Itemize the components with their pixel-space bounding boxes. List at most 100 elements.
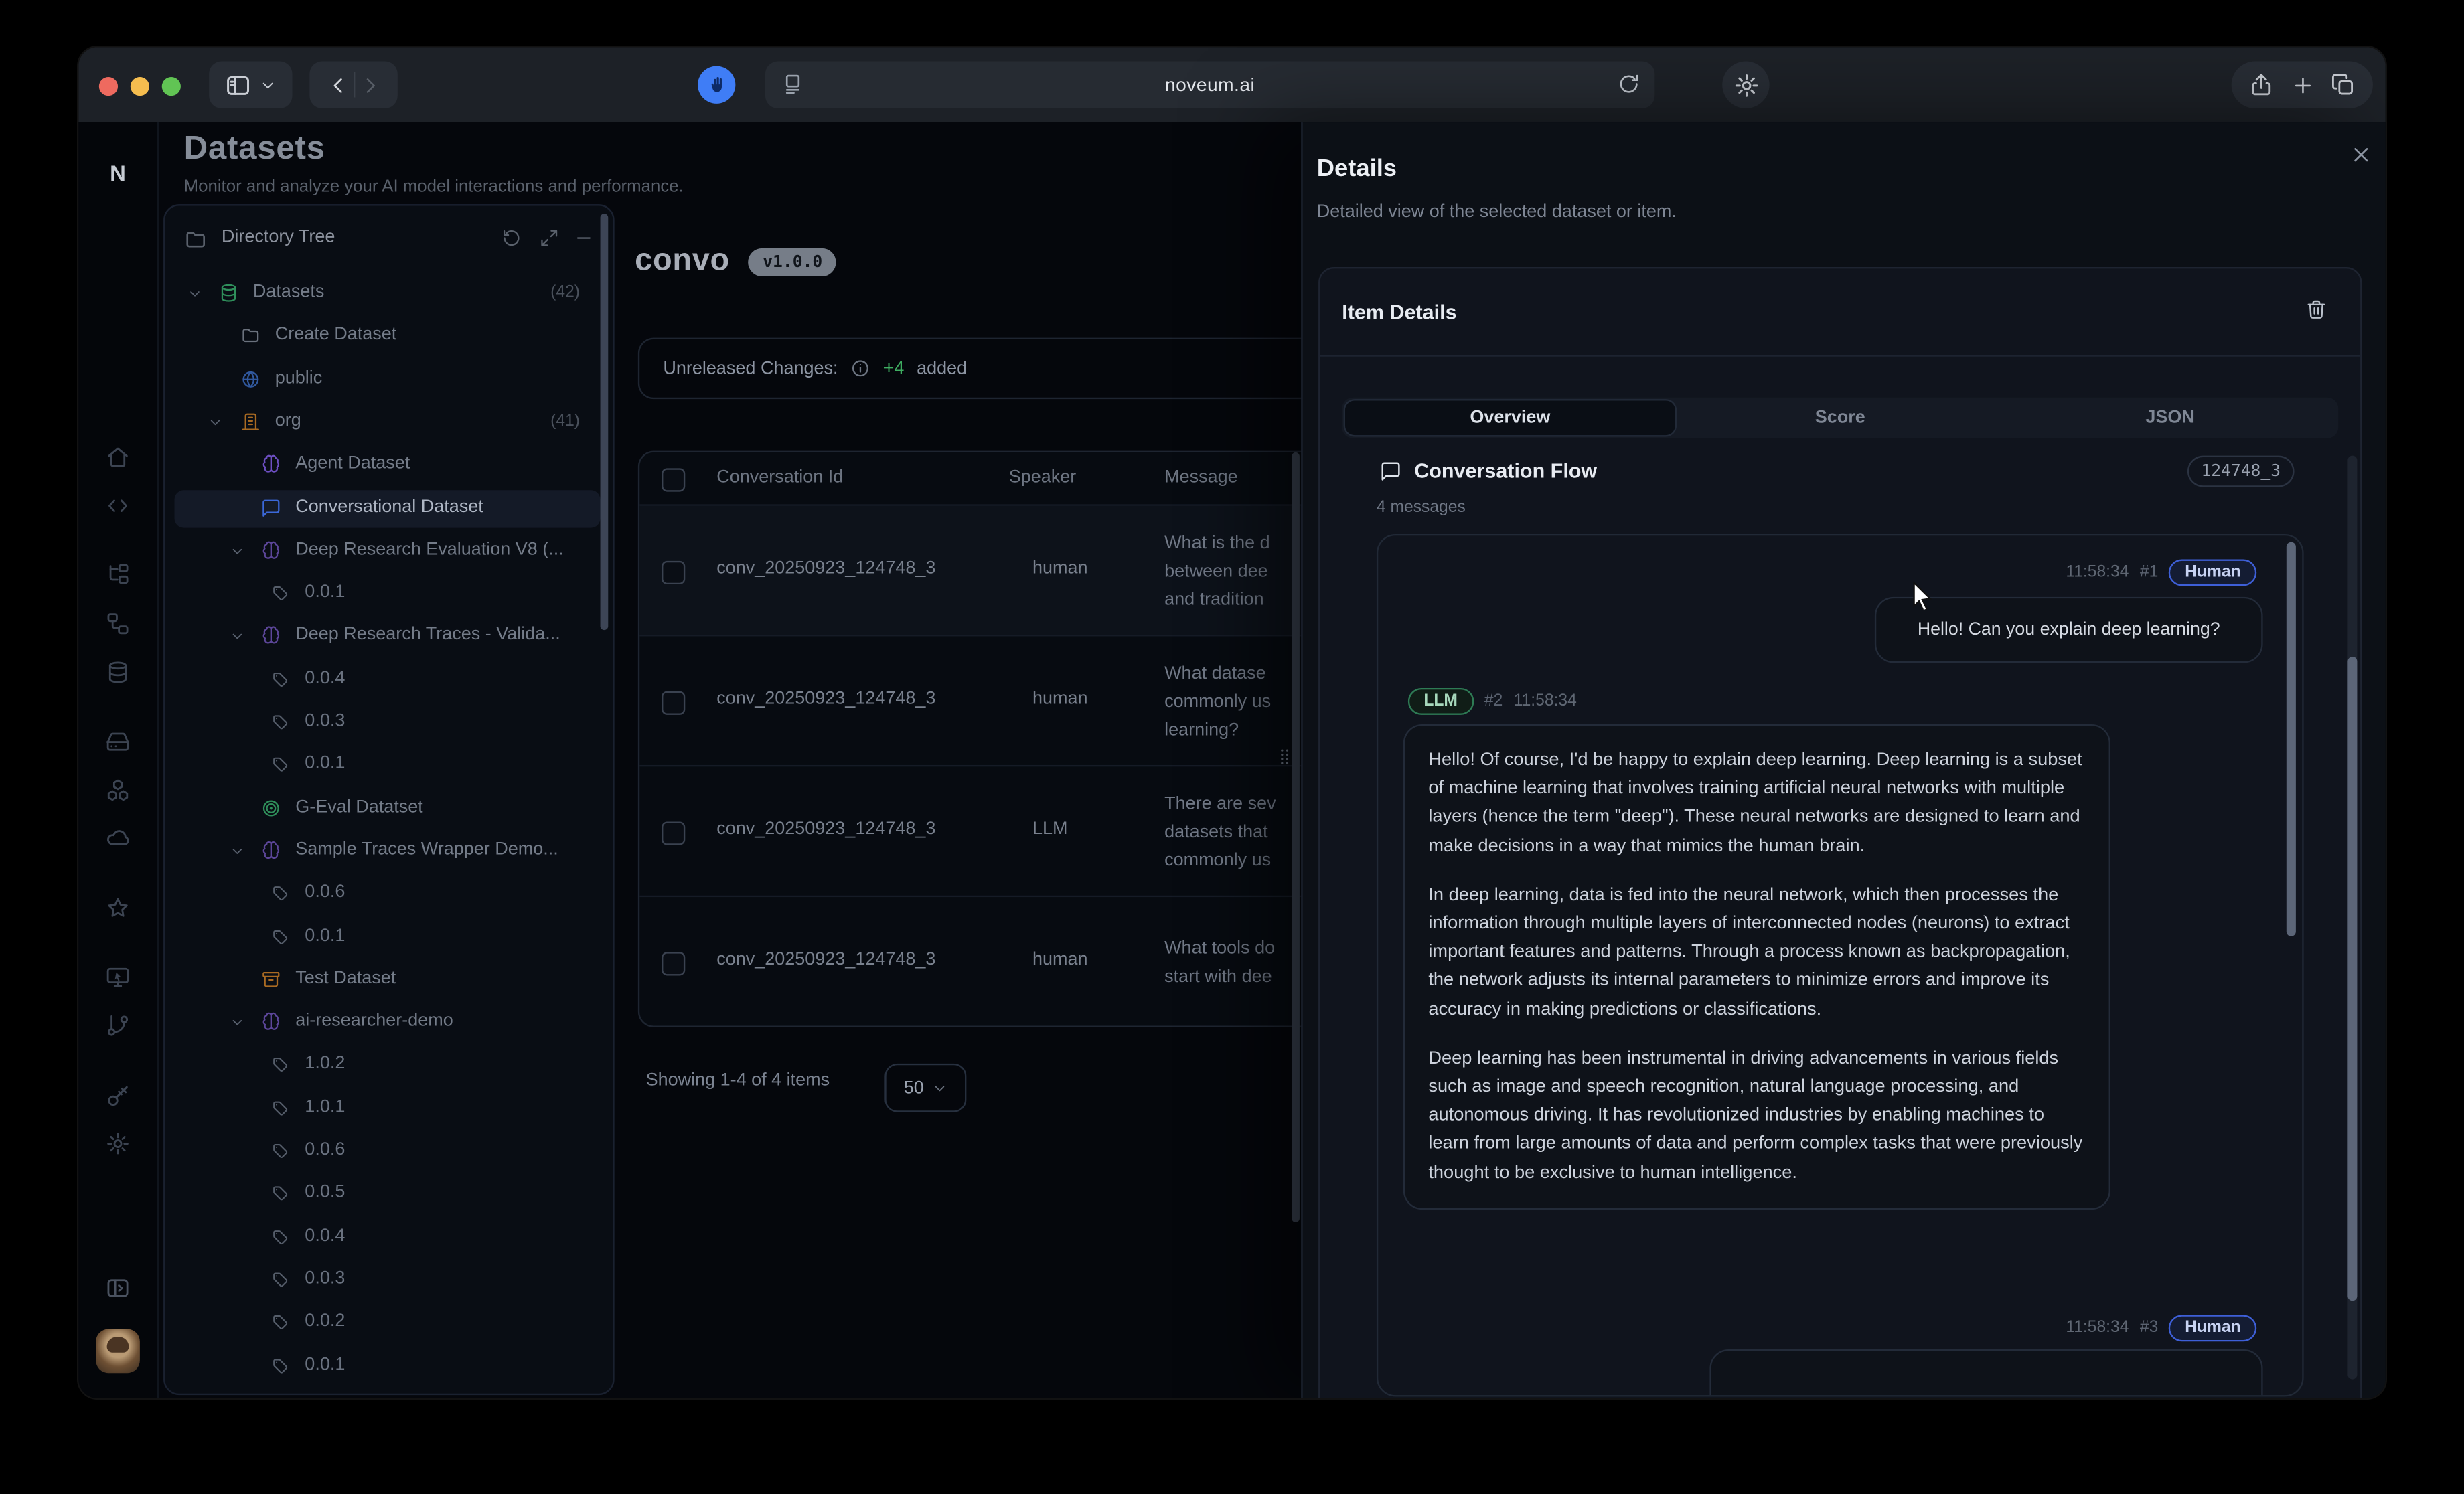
row-checkbox[interactable]: [662, 561, 685, 584]
tab-overview-icon[interactable]: [2331, 72, 2356, 98]
tree-item-label: 0.0.3: [305, 1269, 345, 1288]
tree-item-0-0-4[interactable]: 0.0.4: [175, 1218, 601, 1256]
tree-item-ai-researcher-demo[interactable]: ai-researcher-demo: [175, 1004, 601, 1042]
cell-speaker: human: [1032, 689, 1088, 708]
rail-workflow-icon[interactable]: [105, 611, 131, 637]
message-count: 4 messages: [1377, 498, 1466, 517]
chat-bubble-icon: [1380, 459, 1402, 481]
close-window-button[interactable]: [99, 77, 118, 96]
tree-scrollbar-thumb[interactable]: [601, 214, 609, 630]
tree-item-0-0-3[interactable]: 0.0.3: [175, 703, 601, 741]
rail-cloud-icon[interactable]: [105, 825, 131, 850]
page-subtitle: Monitor and analyze your AI model intera…: [184, 177, 684, 196]
tree-item-org[interactable]: org(41): [175, 404, 601, 441]
tree-item-public[interactable]: public: [175, 361, 601, 398]
chevron-down-icon: [187, 286, 202, 301]
tree-item-sample-traces-wrapper-demo[interactable]: Sample Traces Wrapper Demo...: [175, 833, 601, 870]
tree-item-1-0-1[interactable]: 1.0.1: [175, 1090, 601, 1127]
tree-item-1-0-2[interactable]: 1.0.2: [175, 1047, 601, 1084]
tree-item-create-dataset[interactable]: Create Dataset: [175, 318, 601, 355]
row-checkbox[interactable]: [662, 821, 685, 845]
tree-item-datasets[interactable]: Datasets(42): [175, 275, 601, 313]
column-header-message: Message: [1164, 468, 1238, 487]
rail-hard-drive-icon[interactable]: [105, 729, 131, 754]
tree-item-deep-research-traces-valida[interactable]: Deep Research Traces - Valida...: [175, 618, 601, 655]
page-size-select[interactable]: 50: [884, 1064, 966, 1112]
tree-item-agent-dataset[interactable]: Agent Dataset: [175, 446, 601, 484]
panel-scrollbar-thumb[interactable]: [2347, 657, 2357, 1301]
rail-code-icon[interactable]: [105, 493, 131, 519]
page-size-value: 50: [904, 1078, 924, 1097]
database-icon: [105, 660, 131, 685]
tab-score[interactable]: Score: [1675, 400, 2005, 435]
sidebar-toggle-button[interactable]: [209, 62, 292, 108]
column-resize-handle[interactable]: [1274, 746, 1295, 767]
back-button[interactable]: [326, 73, 350, 96]
tree-item-0-0-6[interactable]: 0.0.6: [175, 1133, 601, 1170]
minimize-window-button[interactable]: [131, 77, 149, 96]
conversation-scrollbar-thumb[interactable]: [2287, 542, 2296, 936]
avatar[interactable]: [96, 1329, 140, 1374]
forward-button[interactable]: [358, 73, 381, 96]
select-all-checkbox[interactable]: [662, 468, 685, 491]
tree-item-label: Datasets: [253, 282, 325, 301]
rail-folder-tree-icon[interactable]: [105, 562, 131, 588]
tree-item-0-0-5[interactable]: 0.0.5: [175, 1175, 601, 1213]
reload-icon[interactable]: [1617, 72, 1640, 96]
main-scrollbar-thumb[interactable]: [1292, 452, 1299, 1222]
tree-item-label: Conversational Dataset: [295, 497, 483, 516]
row-checkbox[interactable]: [662, 691, 685, 715]
collapse-icon[interactable]: [574, 228, 595, 248]
tab-json[interactable]: JSON: [2005, 400, 2335, 435]
rail-boxes-icon[interactable]: [105, 778, 131, 803]
tag-icon: [271, 1098, 289, 1116]
tree-item-0-0-6[interactable]: 0.0.6: [175, 876, 601, 913]
tree-item-deep-research-evaluation-v8[interactable]: Deep Research Evaluation V8 (...: [175, 532, 601, 570]
close-icon[interactable]: [2346, 140, 2376, 170]
share-icon[interactable]: [2248, 72, 2274, 98]
workflow-icon: [105, 611, 131, 637]
url-bar[interactable]: noveum.ai: [765, 62, 1654, 108]
tree-item-0-0-2[interactable]: 0.0.2: [175, 1304, 601, 1341]
rail-star-icon[interactable]: [105, 896, 131, 921]
expand-icon[interactable]: [539, 228, 560, 248]
tree-item-0-0-3[interactable]: 0.0.3: [175, 1261, 601, 1299]
item-details-title: Item Details: [1342, 300, 1456, 323]
refresh-icon[interactable]: [502, 228, 522, 248]
tree-item-0-0-1[interactable]: 0.0.1: [175, 1347, 601, 1385]
tree-item-g-eval-datatset[interactable]: G-Eval Datatset: [175, 790, 601, 827]
tree-item-test-dataset[interactable]: Test Dataset: [175, 961, 601, 999]
app-logo[interactable]: N: [110, 160, 126, 185]
extension-hand-icon[interactable]: [698, 66, 735, 104]
info-icon[interactable]: [850, 358, 871, 379]
tree-item-0-0-1[interactable]: 0.0.1: [175, 918, 601, 956]
dataset-version-badge: v1.0.0: [749, 248, 836, 276]
tree-item-0-0-1[interactable]: 0.0.1: [175, 746, 601, 784]
rail-home-icon[interactable]: [105, 444, 131, 470]
rail-screen-share-icon[interactable]: [105, 965, 131, 990]
tag-icon: [271, 926, 289, 945]
browser-settings-button[interactable]: [1722, 62, 1769, 108]
tree-item-label: Agent Dataset: [295, 454, 410, 473]
tree-item-label: 0.0.6: [305, 883, 345, 902]
tag-icon: [271, 1269, 289, 1288]
tree-item-0-0-1[interactable]: 0.0.1: [175, 575, 601, 612]
tree-item-0-0-4[interactable]: 0.0.4: [175, 661, 601, 698]
row-checkbox[interactable]: [662, 952, 685, 975]
cell-speaker: human: [1032, 560, 1088, 578]
globe-icon: [240, 369, 261, 390]
rail-settings-icon[interactable]: [105, 1131, 131, 1157]
rail-database-icon[interactable]: [105, 660, 131, 685]
rail-key-icon[interactable]: [105, 1084, 131, 1109]
new-tab-icon[interactable]: [2291, 73, 2314, 96]
tree-item-conversational-dataset[interactable]: Conversational Dataset: [175, 489, 601, 527]
trash-icon[interactable]: [2305, 299, 2327, 321]
zoom-window-button[interactable]: [162, 77, 181, 96]
rail-panel-right-icon[interactable]: [105, 1276, 131, 1301]
rail-git-branch-icon[interactable]: [105, 1013, 131, 1039]
url-text: noveum.ai: [765, 62, 1654, 108]
message-meta: 11:58:34#3Human: [2066, 1313, 2256, 1341]
reload-icon: [1617, 72, 1640, 96]
tab-overview[interactable]: Overview: [1345, 400, 1675, 435]
hard-drive-icon: [105, 729, 131, 754]
